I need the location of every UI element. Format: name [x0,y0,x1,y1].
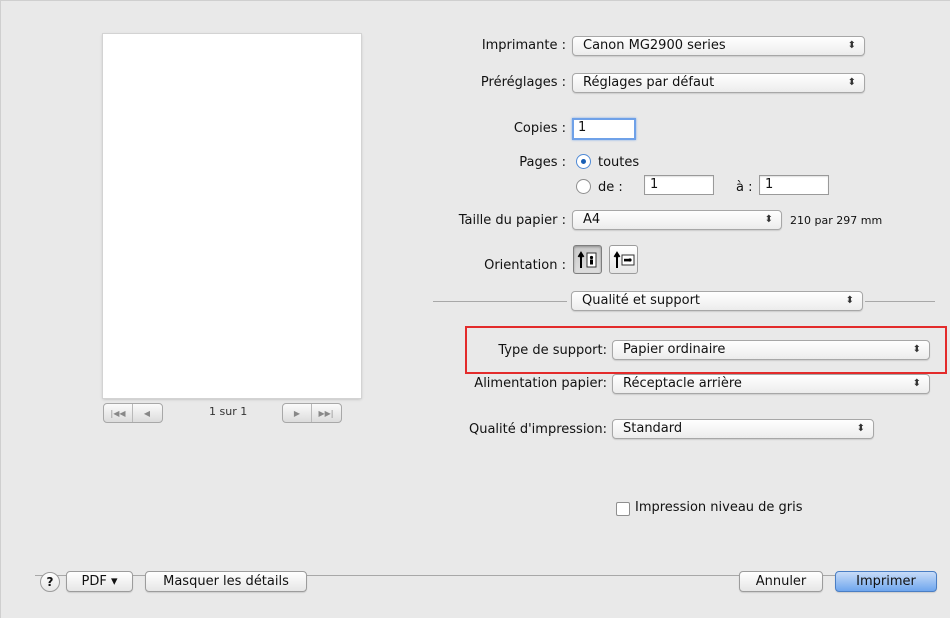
presets-value: Réglages par défaut [583,75,715,90]
hide-details-button[interactable]: Masquer les détails [145,571,307,592]
popup-arrows-icon: ⬍ [845,295,854,306]
print-quality-value: Standard [623,421,683,436]
media-type-label: Type de support: [498,343,607,358]
popup-arrows-icon: ⬍ [847,77,856,88]
print-quality-label: Qualité d'impression: [468,422,607,437]
orientation-label: Orientation : [484,258,566,273]
cancel-button[interactable]: Annuler [739,571,823,592]
popup-arrows-icon: ⬍ [856,423,865,434]
first-page-button[interactable]: |◀◀ [104,404,132,422]
print-dialog: |◀◀ ◀ 1 sur 1 ▶ ▶▶| Imprimante : Canon M… [0,0,950,618]
portrait-button[interactable] [573,245,602,274]
popup-arrows-icon: ⬍ [912,378,921,389]
pages-from-input[interactable]: 1 [644,175,714,195]
paper-source-label: Alimentation papier: [474,376,607,391]
printer-popup[interactable]: Canon MG2900 series ⬍ [572,36,865,56]
print-quality-popup[interactable]: Standard ⬍ [612,419,874,439]
media-type-popup[interactable]: Papier ordinaire ⬍ [612,340,930,360]
pages-to-input[interactable]: 1 [759,175,829,195]
printer-label: Imprimante : [481,38,566,53]
pdf-menu-button[interactable]: PDF ▾ [66,571,133,592]
copies-input[interactable]: 1 [572,118,636,140]
grayscale-checkbox[interactable] [616,502,630,516]
grayscale-label: Impression niveau de gris [635,500,803,515]
next-page-button[interactable]: ▶ [283,404,311,422]
landscape-orientation-icon [613,250,634,268]
section-value: Qualité et support [582,293,701,308]
previous-page-button[interactable]: ◀ [132,404,161,422]
last-page-button[interactable]: ▶▶| [311,404,340,422]
pages-all-radio[interactable] [576,154,591,169]
section-popup[interactable]: Qualité et support ⬍ [571,291,863,311]
window-top-border [1,0,950,1]
paper-dimensions: 210 par 297 mm [790,214,883,227]
pages-label: Pages : [519,155,566,170]
preview-nav-forward: ▶ ▶▶| [282,403,342,423]
paper-size-value: A4 [583,212,601,227]
paper-source-popup[interactable]: Réceptacle arrière ⬍ [612,374,930,394]
printer-value: Canon MG2900 series [583,38,726,53]
popup-arrows-icon: ⬍ [764,214,773,225]
print-button[interactable]: Imprimer [835,571,937,592]
paper-size-label: Taille du papier : [458,213,566,228]
paper-source-value: Réceptacle arrière [623,376,742,391]
pages-to-label: à : [736,180,753,195]
pages-range-radio[interactable] [576,179,591,194]
section-separator-right [865,301,935,302]
page-indicator: 1 sur 1 [209,405,248,418]
page-preview [103,34,361,398]
presets-label: Préréglages : [480,75,566,90]
pages-from-label: de : [598,180,623,195]
presets-popup[interactable]: Réglages par défaut ⬍ [572,73,865,93]
copies-label: Copies : [513,121,566,136]
media-type-value: Papier ordinaire [623,342,726,357]
popup-arrows-icon: ⬍ [912,344,921,355]
portrait-orientation-icon [577,250,596,268]
help-button[interactable]: ? [40,572,60,592]
paper-size-popup[interactable]: A4 ⬍ [572,210,782,230]
section-separator-left [433,301,567,302]
popup-arrows-icon: ⬍ [847,40,856,51]
landscape-button[interactable] [609,245,638,274]
preview-nav-back: |◀◀ ◀ [103,403,163,423]
pages-all-label: toutes [598,155,640,170]
